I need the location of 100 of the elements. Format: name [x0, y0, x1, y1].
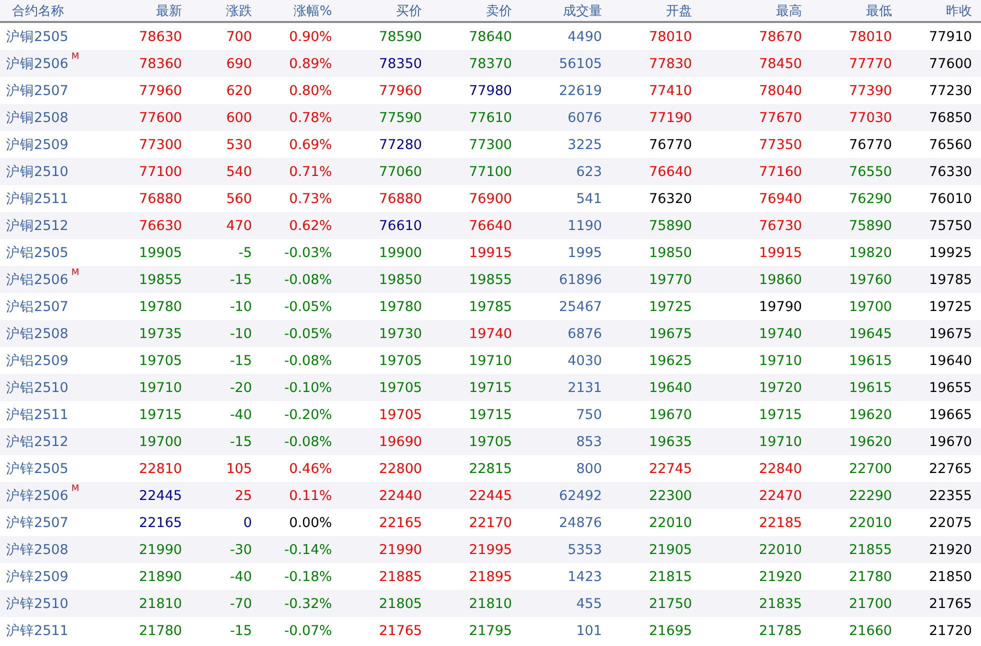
- quote-cell: 76770: [849, 136, 892, 152]
- main-contract-label: M: [71, 484, 80, 494]
- contract-name: 沪铝2508: [6, 324, 68, 342]
- contract-name: 沪铜2505: [6, 28, 68, 46]
- quote-cell: 560: [226, 190, 252, 206]
- quote-cell: 1190: [568, 218, 602, 234]
- column-header[interactable]: 最低: [866, 2, 892, 20]
- quote-cell: 19690: [379, 434, 422, 450]
- quote-cell: -15: [230, 622, 252, 638]
- quote-cell: 21885: [379, 568, 422, 584]
- quote-cell: 0: [243, 514, 252, 530]
- quote-cell: -0.07%: [284, 622, 332, 638]
- quote-cell: 75890: [849, 218, 892, 234]
- quote-cell: -0.05%: [284, 298, 332, 314]
- quote-cell: 4030: [568, 352, 602, 368]
- quote-cell: 19620: [849, 434, 892, 450]
- quote-cell: 5353: [568, 542, 602, 558]
- quote-cell: -0.08%: [284, 272, 332, 288]
- quote-cell: 21780: [139, 622, 182, 638]
- quote-cell: 77280: [379, 136, 422, 152]
- quote-cell: 19710: [139, 380, 182, 396]
- column-header[interactable]: 涨幅%: [294, 2, 332, 20]
- quote-cell: 76630: [139, 218, 182, 234]
- quote-cell: 19855: [139, 272, 182, 288]
- column-header[interactable]: 最高: [776, 2, 802, 20]
- quote-cell: 62492: [559, 488, 602, 504]
- quote-cell: 19915: [759, 244, 802, 260]
- quote-cell: 19645: [849, 326, 892, 342]
- quote-cell: -15: [230, 272, 252, 288]
- quote-cell: 19780: [379, 298, 422, 314]
- quote-cell: 78370: [469, 56, 512, 72]
- quote-cell: 19740: [759, 326, 802, 342]
- quote-cell: 19705: [379, 406, 422, 422]
- contract-name: 沪铜2508: [6, 108, 68, 126]
- quote-cell: 0.11%: [289, 488, 332, 504]
- quote-cell: 77030: [849, 110, 892, 126]
- quote-cell: 77830: [649, 56, 692, 72]
- quote-cell: 19725: [929, 298, 972, 314]
- quote-cell: 21785: [759, 622, 802, 638]
- contract-name: 沪铜2509: [6, 136, 68, 154]
- quote-cell: -5: [238, 244, 252, 260]
- contract-name: 沪铝2509: [6, 352, 68, 370]
- column-header[interactable]: 昨收: [946, 2, 972, 20]
- column-header[interactable]: 涨跌: [226, 2, 252, 20]
- quote-cell: -30: [230, 542, 252, 558]
- quote-cell: 76330: [929, 164, 972, 180]
- column-header[interactable]: 开盘: [666, 2, 692, 20]
- quote-cell: 19820: [849, 244, 892, 260]
- quote-cell: 6876: [568, 326, 602, 342]
- quote-cell: 22165: [139, 514, 182, 530]
- quote-cell: 750: [576, 406, 602, 422]
- quote-cell: 77390: [849, 82, 892, 98]
- quote-cell: 19785: [929, 272, 972, 288]
- main-contract-label: M: [71, 268, 80, 278]
- quote-cell: 22619: [559, 82, 602, 98]
- quote-cell: 78360: [139, 56, 182, 72]
- quote-cell: 22170: [469, 514, 512, 530]
- quote-cell: 22440: [379, 488, 422, 504]
- column-header[interactable]: 卖价: [486, 2, 512, 20]
- quote-cell: -0.08%: [284, 352, 332, 368]
- quote-cell: 21780: [849, 568, 892, 584]
- quote-cell: 19905: [139, 244, 182, 260]
- quote-cell: 21890: [139, 568, 182, 584]
- quote-cell: 21855: [849, 542, 892, 558]
- quote-cell: 78350: [379, 56, 422, 72]
- quote-cell: 530: [226, 136, 252, 152]
- quote-cell: 77100: [139, 164, 182, 180]
- contract-name: 沪锌2509: [6, 568, 68, 586]
- quote-cell: -0.20%: [284, 406, 332, 422]
- quote-cell: 78590: [379, 28, 422, 44]
- quote-cell: 22700: [849, 460, 892, 476]
- quote-cell: 22840: [759, 460, 802, 476]
- quote-cell: 470: [226, 218, 252, 234]
- column-header[interactable]: 最新: [156, 2, 182, 20]
- quote-cell: 21765: [379, 622, 422, 638]
- quote-cell: -0.10%: [284, 380, 332, 396]
- quote-cell: 22300: [649, 488, 692, 504]
- quote-cell: 21920: [759, 568, 802, 584]
- quote-cell: 77350: [759, 136, 802, 152]
- quote-cell: 19675: [649, 326, 692, 342]
- contract-name: 沪锌2511: [6, 622, 68, 640]
- quote-cell: 0.71%: [289, 164, 332, 180]
- column-header[interactable]: 合约名称: [0, 2, 110, 20]
- column-header[interactable]: 成交量: [563, 2, 602, 20]
- quote-cell: 21810: [139, 596, 182, 612]
- quote-cell: 22810: [139, 460, 182, 476]
- quote-cell: 19715: [759, 406, 802, 422]
- quote-cell: 19705: [379, 352, 422, 368]
- quote-cell: 21810: [469, 596, 512, 612]
- column-header[interactable]: 买价: [396, 2, 422, 20]
- contract-name: 沪锌2510: [6, 594, 68, 612]
- quote-cell: 19700: [139, 434, 182, 450]
- quote-cell: -0.18%: [284, 568, 332, 584]
- quote-cell: -40: [230, 568, 252, 584]
- quote-cell: 19850: [649, 244, 692, 260]
- quote-cell: 22445: [469, 488, 512, 504]
- quote-cell: 19710: [759, 434, 802, 450]
- quote-cell: 78640: [469, 28, 512, 44]
- quote-cell: 22815: [469, 460, 512, 476]
- quote-cell: 0.89%: [289, 56, 332, 72]
